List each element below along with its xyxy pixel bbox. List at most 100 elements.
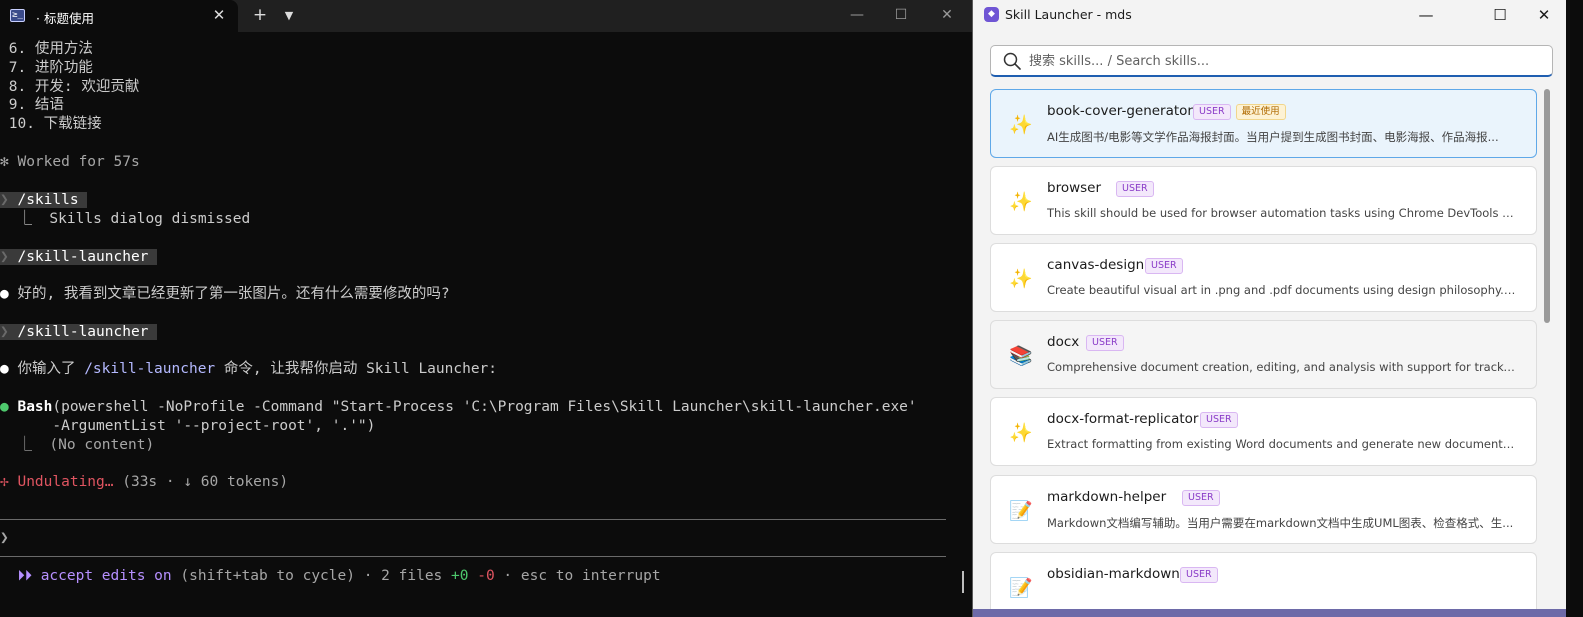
skill-launcher-window: ◆ Skill Launcher - mds — ☐ ✕ ✨ book-cove… <box>972 0 1566 617</box>
skill-name: docx-format-replicator <box>1047 411 1199 427</box>
files-added: +0 <box>451 568 469 584</box>
skill-name: markdown-helper <box>1047 489 1167 505</box>
skill-name: canvas-design <box>1047 257 1145 273</box>
user-command: ❯ /skill-launcher <box>0 323 158 342</box>
tool-name: Bash <box>8 399 53 415</box>
mode-label: accept edits on <box>31 568 172 584</box>
user-command: ❯ /skill-launcher <box>0 248 158 267</box>
output-line: 8. 开发: 欢迎贡献 <box>0 79 140 95</box>
search-icon <box>1003 52 1021 70</box>
skill-name: book-cover-generator <box>1047 103 1193 119</box>
taskbar-peek <box>973 609 1566 617</box>
skill-card[interactable]: 📚 docx USER Comprehensive document creat… <box>990 320 1537 389</box>
terminal-window: ≥_ · 标题使用 ✕ + ▼ — ☐ ✕ 6. 使用方法 7. 进阶功能 8.… <box>0 0 972 617</box>
terminal-tab-bar: ≥_ · 标题使用 ✕ + ▼ — ☐ ✕ <box>0 0 972 32</box>
skill-description: AI生成图书/电影等文学作品海报封面。当用户提到生成图书封面、电影海报、作品海报… <box>1047 130 1499 144</box>
skill-card[interactable]: ✨ canvas-design USER Create beautiful vi… <box>990 243 1537 312</box>
skill-card[interactable]: ✨ browser USER This skill should be used… <box>990 166 1537 235</box>
skill-card[interactable]: 📝 obsidian-markdown USER <box>990 552 1537 617</box>
asterisk-icon: ✻ <box>0 154 9 170</box>
assistant-reply: ● 你输入了 /skill-launcher 命令, 让我帮你启动 Skill … <box>0 360 497 379</box>
app-icon: ◆ <box>984 7 999 22</box>
books-icon: 📚 <box>1009 345 1033 367</box>
chevron-right-icon: ❯ <box>0 249 9 265</box>
tool-result: ⎿ (No content) <box>0 437 155 453</box>
files-removed: -0 <box>468 568 495 584</box>
recent-badge: 最近使用 <box>1235 104 1286 120</box>
skill-description: Comprehensive document creation, editing… <box>1047 360 1517 374</box>
command-text: /skills <box>8 192 88 208</box>
worked-text: Worked for 57s <box>8 154 140 170</box>
badge-row: USER 最近使用 <box>1193 104 1286 120</box>
sparkle-icon: ✨ <box>1009 114 1033 136</box>
reply-command: /skill-launcher <box>84 361 216 377</box>
skill-list[interactable]: ✨ book-cover-generator USER 最近使用 AI生成图书/… <box>990 89 1538 617</box>
tab-close-icon[interactable]: ✕ <box>209 5 229 25</box>
output-line: 10. 下载链接 <box>0 116 102 132</box>
bullet-icon: ● <box>0 286 9 302</box>
user-badge: USER <box>1180 567 1218 583</box>
bullet-icon: ● <box>0 399 9 415</box>
skill-card[interactable]: 📝 markdown-helper USER Markdown文档编写辅助。当用… <box>990 475 1537 544</box>
powershell-icon: ≥_ <box>10 9 25 22</box>
badge-row: USER <box>1180 567 1218 583</box>
skill-description: Markdown文档编写辅助。当用户需要在markdown文档中生成UML图表、… <box>1047 516 1514 530</box>
close-icon[interactable]: ✕ <box>932 2 962 28</box>
search-box[interactable] <box>990 45 1553 77</box>
mode-status: ⏵⏵ accept edits on (shift+tab to cycle) … <box>0 567 660 586</box>
scroll-thumb[interactable] <box>1544 89 1550 323</box>
tool-args: (powershell -NoProfile -Command "Start-P… <box>52 399 917 415</box>
skill-description: This skill should be used for browser au… <box>1047 206 1517 220</box>
tool-call: ● Bash(powershell -NoProfile -Command "S… <box>0 398 917 417</box>
skill-name: docx <box>1047 334 1080 350</box>
command-text: /skill-launcher <box>8 249 158 265</box>
chevron-right-icon: ❯ <box>0 324 9 340</box>
skill-card[interactable]: ✨ docx-format-replicator USER Extract fo… <box>990 397 1537 466</box>
prompt-chevron-icon: ❯ <box>0 530 9 546</box>
minimize-icon[interactable]: — <box>842 2 872 28</box>
assistant-reply: ● 好的, 我看到文章已经更新了第一张图片。还有什么需要修改的吗? <box>0 285 450 304</box>
skill-name: obsidian-markdown <box>1047 566 1180 582</box>
output-line: 7. 进阶功能 <box>0 60 93 76</box>
skill-description: Create beautiful visual art in .png and … <box>1047 283 1517 297</box>
list-scrollbar[interactable] <box>1544 89 1550 609</box>
status-meta: (33s · ↓ 60 tokens) <box>113 474 289 490</box>
status-line: ✢ Undulating… (33s · ↓ 60 tokens) <box>0 473 288 492</box>
search-input[interactable] <box>1029 50 1539 72</box>
reply-text: 好的, 我看到文章已经更新了第一张图片。还有什么需要修改的吗? <box>8 286 450 302</box>
badge-row: USER <box>1182 490 1220 506</box>
close-icon[interactable]: ✕ <box>1529 2 1559 28</box>
badge-row: USER <box>1145 258 1183 274</box>
sparkle-icon: ✨ <box>1009 422 1033 444</box>
terminal-tab-active[interactable]: ≥_ · 标题使用 ✕ <box>0 0 238 32</box>
sparkle-icon: ✨ <box>1009 191 1033 213</box>
memo-icon: 📝 <box>1009 577 1033 599</box>
chevron-down-icon[interactable]: ▼ <box>280 6 298 26</box>
status-label: Undulating… <box>8 474 114 490</box>
skill-card[interactable]: ✨ book-cover-generator USER 最近使用 AI生成图书/… <box>990 89 1537 158</box>
sparkle-icon: ✨ <box>1009 268 1033 290</box>
user-command: ❯ /skills <box>0 191 88 210</box>
maximize-icon[interactable]: ☐ <box>1485 2 1515 28</box>
new-tab-icon[interactable]: + <box>250 5 270 25</box>
maximize-icon[interactable]: ☐ <box>886 2 916 28</box>
skill-description: Extract formatting from existing Word do… <box>1047 437 1517 451</box>
worked-line: ✻ Worked for 57s <box>0 153 140 172</box>
prompt-input[interactable]: ❯ <box>0 529 9 548</box>
spinner-icon: ✢ <box>0 474 9 490</box>
command-text: /skill-launcher <box>8 324 158 340</box>
minimize-icon[interactable]: — <box>1411 2 1441 28</box>
user-badge: USER <box>1200 412 1238 428</box>
tab-title: · 标题使用 <box>36 11 94 26</box>
badge-row: USER <box>1116 181 1154 197</box>
terminal-output[interactable]: 6. 使用方法 7. 进阶功能 8. 开发: 欢迎贡献 9. 结语 10. 下载… <box>0 32 972 617</box>
divider <box>0 519 946 520</box>
reply-text: 命令, 让我帮你启动 Skill Launcher: <box>215 361 498 377</box>
mode-hint: (shift+tab to cycle) · 2 files <box>171 568 452 584</box>
user-badge: USER <box>1086 335 1124 351</box>
terminal-scroll-indicator[interactable] <box>962 571 964 593</box>
command-result: ⎿ Skills dialog dismissed <box>0 211 251 227</box>
user-badge: USER <box>1182 490 1220 506</box>
divider <box>0 556 946 557</box>
user-badge: USER <box>1145 258 1183 274</box>
